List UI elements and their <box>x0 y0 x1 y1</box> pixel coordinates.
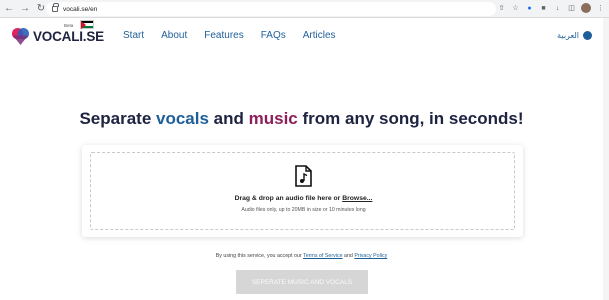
profile-avatar[interactable] <box>581 3 591 13</box>
separate-button[interactable]: SEPERATE MUSIC AND VOCALS <box>236 270 368 294</box>
forward-icon[interactable]: → <box>18 2 32 16</box>
lock-icon[interactable] <box>52 3 59 12</box>
drop-instructions: Drag & drop an audio file here or Browse… <box>91 195 516 202</box>
share-icon[interactable]: ⇧ <box>497 4 506 13</box>
nav-articles[interactable]: Articles <box>303 30 336 41</box>
audio-dropzone[interactable]: Drag & drop an audio file here or Browse… <box>90 152 515 230</box>
beta-label: Beta <box>64 23 74 28</box>
headline-vocals: vocals <box>156 109 209 128</box>
headline-music: music <box>248 109 298 128</box>
site-logo[interactable]: VOCALI.SE <box>11 27 104 46</box>
drop-text: Drag & drop an audio file here or <box>234 195 343 202</box>
headline-rest: from any song, in seconds! <box>297 109 524 128</box>
privacy-policy-link[interactable]: Privacy Policy <box>354 253 387 259</box>
browser-toolbar: ← → ↻ vocali.se/en ⇧ ☆ ● ■ ↓ ◫ ⋮ <box>0 0 609 18</box>
address-bar[interactable]: vocali.se/en <box>46 2 496 16</box>
browse-link[interactable]: Browse... <box>342 195 372 202</box>
nav-start[interactable]: Start <box>123 30 144 41</box>
url-text[interactable]: vocali.se/en <box>63 6 97 13</box>
terms-of-service-link[interactable]: Terms of Service <box>303 253 342 259</box>
puzzle-icon[interactable]: ■ <box>539 4 548 13</box>
logo-heart-icon <box>11 27 30 46</box>
main-nav: Start About Features FAQs Articles <box>123 30 353 41</box>
upload-hint: Audio files only, up to 20MB in size or … <box>241 207 366 213</box>
sidebar-icon[interactable]: ◫ <box>567 4 576 13</box>
nav-features[interactable]: Features <box>204 30 243 41</box>
logo-text: VOCALI.SE <box>33 29 104 44</box>
headline-and: and <box>208 109 249 128</box>
upload-card: Drag & drop an audio file here or Browse… <box>82 145 523 237</box>
browser-actions: ⇧ ☆ ● ■ ↓ ◫ ⋮ <box>497 3 605 13</box>
language-switcher[interactable]: العربية <box>557 31 592 40</box>
terms-and: and <box>342 253 355 259</box>
back-icon[interactable]: ← <box>2 2 16 16</box>
star-icon[interactable]: ☆ <box>511 4 520 13</box>
terms-prefix: By using this service, you accept our <box>215 253 304 259</box>
nav-about[interactable]: About <box>161 30 187 41</box>
globe-icon[interactable] <box>583 31 592 40</box>
nav-faqs[interactable]: FAQs <box>261 30 286 41</box>
menu-icon[interactable]: ⋮ <box>596 4 605 13</box>
audio-file-icon <box>295 165 312 187</box>
language-label[interactable]: العربية <box>557 31 579 40</box>
extension-icon[interactable]: ● <box>525 4 534 13</box>
terms-notice: By using this service, you accept our Te… <box>0 253 603 259</box>
language-flag-icon[interactable] <box>80 20 94 29</box>
download-icon[interactable]: ↓ <box>553 4 562 13</box>
page-headline: Separate vocals and music from any song,… <box>0 109 603 129</box>
scrollbar[interactable] <box>603 18 609 300</box>
headline-part1: Separate <box>79 109 157 128</box>
